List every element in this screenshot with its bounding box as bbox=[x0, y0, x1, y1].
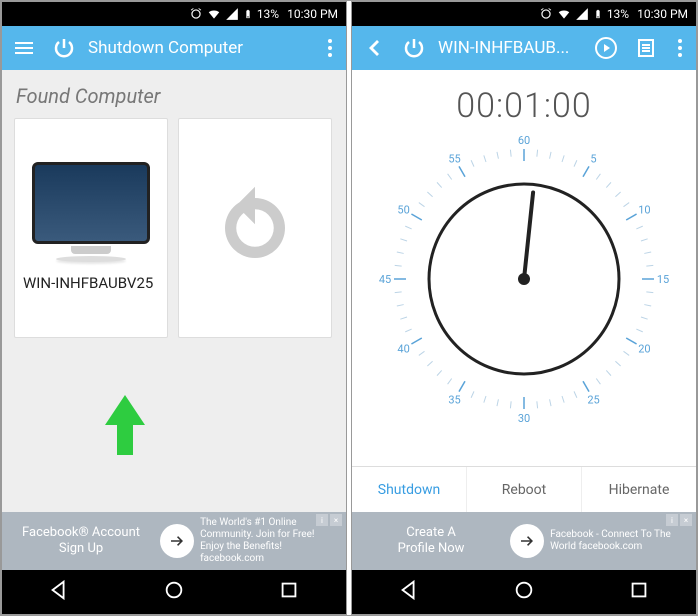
battery-icon bbox=[243, 7, 253, 21]
status-bar: 13% 10:30 PM bbox=[352, 2, 696, 26]
menu-button[interactable] bbox=[8, 32, 40, 64]
computer-card[interactable]: WIN-INHFBAUBV25 bbox=[14, 118, 168, 338]
app-title: WIN-INHFBAUB... bbox=[438, 38, 582, 58]
svg-text:30: 30 bbox=[518, 412, 530, 424]
svg-text:55: 55 bbox=[448, 153, 460, 166]
tab-shutdown[interactable]: Shutdown bbox=[352, 467, 467, 512]
screen-right: 13% 10:30 PM WIN-INHFBAUB... 00:01:00 5 1… bbox=[351, 1, 697, 615]
hamburger-icon bbox=[12, 36, 36, 60]
overflow-menu-button[interactable] bbox=[670, 35, 690, 61]
svg-text:60: 60 bbox=[518, 134, 530, 147]
nav-bar bbox=[2, 570, 346, 614]
main-content: Found Computer WIN-INHFBAUBV25 bbox=[2, 70, 346, 512]
annotation-arrow bbox=[100, 395, 150, 459]
svg-text:5: 5 bbox=[590, 153, 596, 166]
signal-icon bbox=[575, 7, 589, 21]
action-tabs: Shutdown Reboot Hibernate bbox=[352, 466, 696, 512]
clock-time: 10:30 PM bbox=[287, 7, 338, 21]
ad-cta-button[interactable] bbox=[160, 524, 194, 558]
svg-text:45: 45 bbox=[379, 273, 391, 286]
computer-name: WIN-INHFBAUBV25 bbox=[23, 274, 153, 294]
svg-text:35: 35 bbox=[448, 393, 460, 406]
back-button[interactable] bbox=[398, 579, 420, 605]
ad-title-line1: Facebook® Account bbox=[8, 525, 154, 541]
list-icon bbox=[634, 36, 658, 60]
back-button[interactable] bbox=[358, 32, 390, 64]
section-title: Found Computer bbox=[2, 70, 346, 118]
ad-close-icon[interactable]: × bbox=[680, 514, 692, 526]
timer-dial[interactable]: 5 10 15 20 25 30 35 40 45 50 55 60 bbox=[379, 134, 669, 424]
power-icon-button[interactable] bbox=[398, 32, 430, 64]
svg-text:15: 15 bbox=[657, 273, 669, 286]
home-button[interactable] bbox=[163, 579, 185, 605]
overflow-menu-button[interactable] bbox=[320, 35, 340, 61]
recents-button[interactable] bbox=[278, 579, 300, 605]
screen-left: 13% 10:30 PM Shutdown Computer Found Com… bbox=[1, 1, 347, 615]
signal-icon bbox=[225, 7, 239, 21]
wifi-icon bbox=[207, 7, 221, 21]
tab-reboot[interactable]: Reboot bbox=[467, 467, 582, 512]
list-button[interactable] bbox=[630, 32, 662, 64]
power-icon bbox=[402, 36, 426, 60]
back-button[interactable] bbox=[48, 579, 70, 605]
ad-description: Facebook - Connect To The World facebook… bbox=[550, 529, 690, 553]
ad-cta-button[interactable] bbox=[510, 524, 544, 558]
svg-text:50: 50 bbox=[397, 204, 409, 217]
power-icon bbox=[52, 36, 76, 60]
app-title: Shutdown Computer bbox=[88, 38, 312, 58]
play-circle-icon bbox=[594, 36, 618, 60]
ad-badge: i× bbox=[316, 514, 342, 526]
ad-banner[interactable]: i× Create A Profile Now Facebook - Conne… bbox=[352, 512, 696, 570]
power-icon-button[interactable] bbox=[48, 32, 80, 64]
ad-badge: i× bbox=[666, 514, 692, 526]
clock-time: 10:30 PM bbox=[637, 7, 688, 21]
timer-display: 00:01:00 bbox=[456, 86, 591, 126]
computer-icon bbox=[31, 162, 151, 262]
home-button[interactable] bbox=[513, 579, 535, 605]
play-button[interactable] bbox=[590, 32, 622, 64]
arrow-right-icon bbox=[518, 532, 536, 550]
svg-text:40: 40 bbox=[397, 343, 409, 356]
refresh-card[interactable] bbox=[178, 118, 332, 338]
tab-hibernate[interactable]: Hibernate bbox=[582, 467, 696, 512]
ad-title-line2: Profile Now bbox=[358, 541, 504, 557]
wifi-icon bbox=[557, 7, 571, 21]
alarm-icon bbox=[539, 7, 553, 21]
status-bar: 13% 10:30 PM bbox=[2, 2, 346, 26]
battery-icon bbox=[593, 7, 603, 21]
battery-percent: 13% bbox=[257, 7, 279, 21]
ad-title-line1: Create A bbox=[358, 525, 504, 541]
svg-text:10: 10 bbox=[638, 204, 650, 217]
app-bar: WIN-INHFBAUB... bbox=[352, 26, 696, 70]
app-bar: Shutdown Computer bbox=[2, 26, 346, 70]
refresh-icon bbox=[210, 183, 300, 273]
ad-close-icon[interactable]: × bbox=[330, 514, 342, 526]
svg-text:20: 20 bbox=[638, 343, 650, 356]
svg-text:25: 25 bbox=[587, 393, 599, 406]
alarm-icon bbox=[189, 7, 203, 21]
ad-title-line2: Sign Up bbox=[8, 541, 154, 557]
adchoices-icon: i bbox=[666, 514, 678, 526]
ad-banner[interactable]: i× Facebook® Account Sign Up The World's… bbox=[2, 512, 346, 570]
arrow-right-icon bbox=[168, 532, 186, 550]
adchoices-icon: i bbox=[316, 514, 328, 526]
nav-bar bbox=[352, 570, 696, 614]
battery-percent: 13% bbox=[607, 7, 629, 21]
chevron-left-icon bbox=[362, 36, 386, 60]
timer-area: 00:01:00 5 10 15 20 25 30 35 40 45 50 55 60 bbox=[352, 70, 696, 466]
recents-button[interactable] bbox=[628, 579, 650, 605]
